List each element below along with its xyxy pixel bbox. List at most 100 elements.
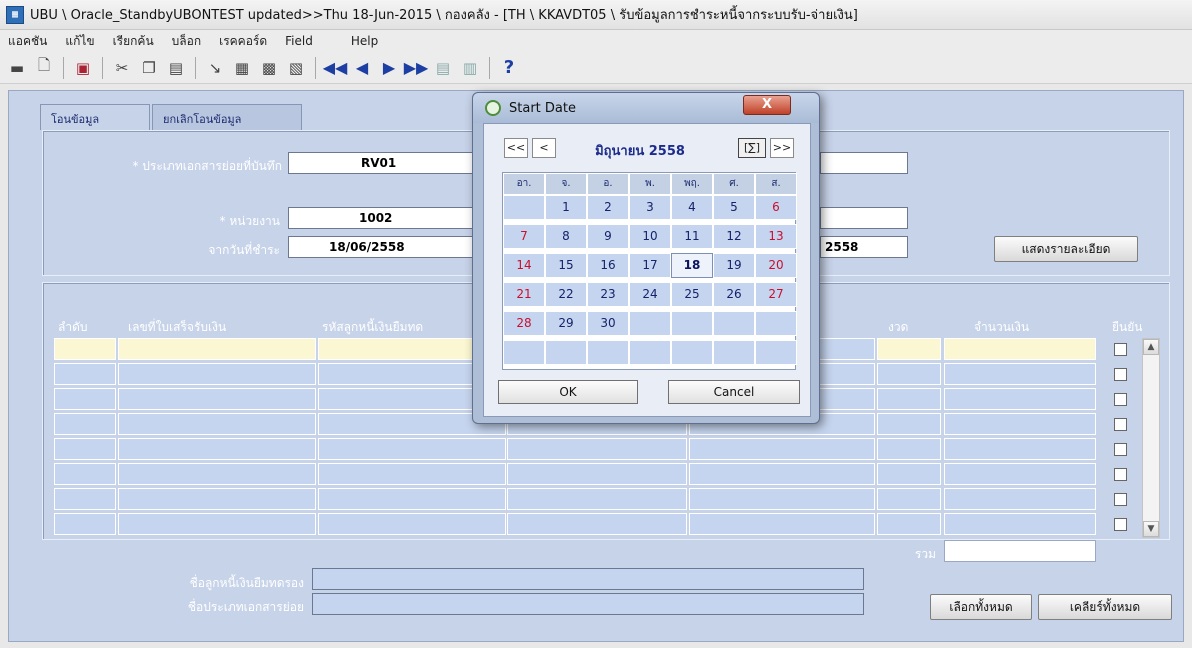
grid-cell[interactable] [944,388,1096,410]
menu-record[interactable]: เรคคอร์ด [219,32,267,51]
grid-cell[interactable] [877,388,941,410]
paste-icon[interactable]: ▤ [165,57,187,79]
grid-cell[interactable] [877,338,941,360]
show-detail-button[interactable]: แสดงรายละเอียด [994,236,1138,262]
calendar-day[interactable]: 27 [755,282,797,307]
grid-cell[interactable] [118,338,316,360]
grid-cell[interactable] [118,413,316,435]
calendar-day[interactable]: 28 [503,311,545,336]
menu-field[interactable]: Field [285,34,313,48]
dialog-titlebar[interactable]: Start Date X [473,93,819,123]
grid-cell[interactable] [118,513,316,535]
calendar-day[interactable]: 2 [587,195,629,220]
grid-cell[interactable] [877,413,941,435]
calendar-day[interactable]: 9 [587,224,629,249]
unit-field[interactable]: 1002 [288,207,474,229]
grid-cell[interactable] [689,438,875,460]
grid-cell[interactable] [944,338,1096,360]
grid-cell[interactable] [54,488,116,510]
tab-cancel-transfer[interactable]: ยกเลิกโอนข้อมูล [152,104,302,130]
grid-cell[interactable] [877,438,941,460]
edit-icon[interactable]: ▥ [459,57,481,79]
from-date-field[interactable]: 18/06/2558 [288,236,474,258]
menu-query[interactable]: เรียกค้น [113,32,154,51]
confirm-checkbox[interactable] [1114,518,1127,531]
close-icon[interactable]: X [743,95,791,115]
grid-cell[interactable] [318,438,506,460]
calendar-day[interactable]: 11 [671,224,713,249]
menu-action[interactable]: แอคชัน [8,32,47,51]
calendar-day[interactable]: 22 [545,282,587,307]
grid-cell[interactable] [944,438,1096,460]
calendar-day[interactable]: 15 [545,253,587,278]
confirm-checkbox[interactable] [1114,418,1127,431]
doc-type-name-field[interactable] [820,152,908,174]
grid-cell[interactable] [944,488,1096,510]
previous-record-icon[interactable]: ◀ [351,57,373,79]
cancel-button[interactable]: Cancel [668,380,800,404]
calendar-day[interactable]: 25 [671,282,713,307]
grid-cell[interactable] [507,513,687,535]
grid-cell[interactable] [689,488,875,510]
grid-cell[interactable] [944,413,1096,435]
clear-all-button[interactable]: เคลียร์ทั้งหมด [1038,594,1172,620]
calendar-day[interactable]: 3 [629,195,671,220]
confirm-checkbox[interactable] [1114,368,1127,381]
debtor-name-field[interactable] [312,568,864,590]
calendar-day[interactable]: 4 [671,195,713,220]
calendar-day[interactable]: 18 [671,253,713,278]
duplicate-record-icon[interactable]: ▩ [258,57,280,79]
grid-cell[interactable] [54,338,116,360]
grid-cell[interactable] [54,413,116,435]
grid-cell[interactable] [54,513,116,535]
prev-month-button[interactable]: < [532,138,556,158]
confirm-checkbox[interactable] [1114,493,1127,506]
ok-button[interactable]: OK [498,380,638,404]
calendar-day[interactable]: 14 [503,253,545,278]
doc-type-field[interactable]: RV01 [288,152,474,174]
calendar-day[interactable]: 7 [503,224,545,249]
calendar-day[interactable]: 5 [713,195,755,220]
grid-cell[interactable] [944,363,1096,385]
total-field[interactable] [944,540,1096,562]
calendar-day[interactable]: 1 [545,195,587,220]
grid-cell[interactable] [318,488,506,510]
calendar-day[interactable]: 19 [713,253,755,278]
grid-cell[interactable] [318,513,506,535]
clear-field-icon[interactable]: ↘ [204,57,226,79]
grid-cell[interactable] [689,513,875,535]
delete-record-icon[interactable]: ▧ [285,57,307,79]
grid-cell[interactable] [507,438,687,460]
grid-cell[interactable] [944,463,1096,485]
next-month-button[interactable]: >> [770,138,794,158]
grid-cell[interactable] [877,463,941,485]
menu-help[interactable]: Help [351,34,378,48]
calendar-day[interactable]: 26 [713,282,755,307]
grid-cell[interactable] [118,488,316,510]
exit-icon[interactable]: ▣ [72,57,94,79]
insert-record-icon[interactable]: ▦ [231,57,253,79]
calendar-day[interactable]: 10 [629,224,671,249]
last-record-icon[interactable]: ▶▶ [404,57,429,79]
today-button[interactable]: [∑] [738,138,766,158]
confirm-checkbox[interactable] [1114,393,1127,406]
calendar-day[interactable]: 17 [629,253,671,278]
grid-cell[interactable] [944,513,1096,535]
prev-year-button[interactable]: << [504,138,528,158]
save-icon[interactable]: ▬ [6,57,28,79]
grid-cell[interactable] [507,488,687,510]
calendar-day[interactable]: 20 [755,253,797,278]
unit-name-field[interactable] [820,207,908,229]
calendar-day[interactable]: 24 [629,282,671,307]
grid-scrollbar[interactable]: ▲ ▼ [1142,338,1160,538]
list-icon[interactable]: ▤ [432,57,454,79]
grid-cell[interactable] [877,488,941,510]
grid-cell[interactable] [877,513,941,535]
next-record-icon[interactable]: ▶ [378,57,400,79]
confirm-checkbox[interactable] [1114,443,1127,456]
grid-cell[interactable] [54,363,116,385]
calendar-day[interactable]: 21 [503,282,545,307]
grid-cell[interactable] [689,463,875,485]
grid-cell[interactable] [318,463,506,485]
grid-cell[interactable] [54,463,116,485]
